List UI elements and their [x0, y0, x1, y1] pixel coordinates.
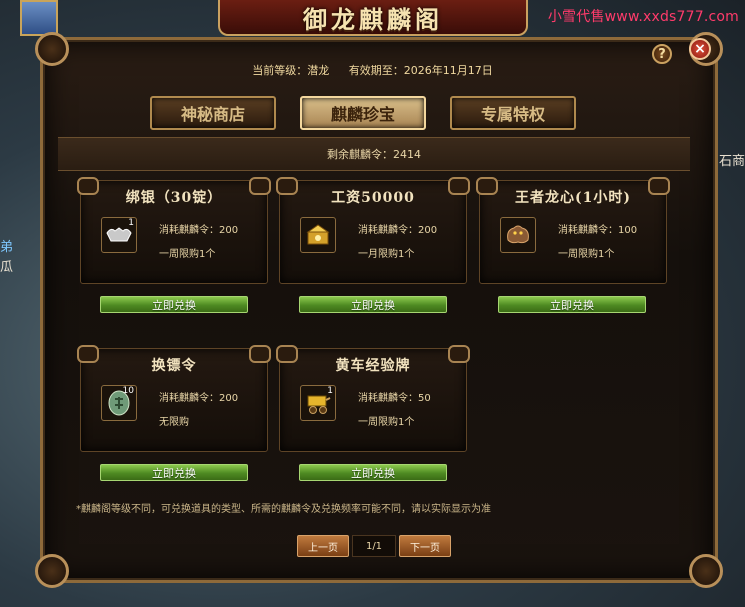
cost-value: 100: [618, 225, 638, 236]
window-title-plate: 御龙麒麟阁: [218, 0, 528, 36]
dragon-heart-icon[interactable]: [500, 217, 536, 253]
status-line: 当前等级：潜龙 有效期至：2026年11月17日: [0, 62, 745, 78]
item-name: 黄车经验牌: [335, 358, 411, 374]
corner-ornament: [689, 554, 723, 588]
background-text: 弟: [0, 240, 14, 255]
item-cost: 消耗麒麟令：200: [358, 221, 437, 236]
background-banner: [20, 0, 58, 36]
tab-qilin-treasure[interactable]: 麒麟珍宝: [300, 96, 426, 130]
cost-value: 200: [418, 225, 438, 236]
item-name: 工资50000: [331, 190, 415, 206]
wage-chest-icon[interactable]: [300, 217, 336, 253]
item-quantity: 1: [327, 386, 333, 396]
exchange-button[interactable]: 立即兑换: [100, 296, 248, 313]
cost-label: 消耗麒麟令：: [159, 393, 219, 404]
cost-label: 消耗麒麟令：: [558, 225, 618, 236]
escort-token-icon[interactable]: 10: [101, 385, 137, 421]
corner-ornament: [35, 554, 69, 588]
item-name: 绑银（30锭）: [125, 190, 223, 206]
item-limit: 一月限购1个: [358, 249, 415, 260]
exchange-button[interactable]: 立即兑换: [498, 296, 646, 313]
expiry-label: 有效期至：2026年11月17日: [348, 64, 493, 77]
exchange-button[interactable]: 立即兑换: [299, 464, 447, 481]
item-card: 绑银（30锭） 1 消耗麒麟令：200 一周限购1个: [77, 177, 271, 284]
tab-bar: 神秘商店 麒麟珍宝 专属特权: [150, 96, 576, 130]
item-limit: 一周限购1个: [558, 249, 615, 260]
item-card: 王者龙心(1小时) 消耗麒麟令：100 一周限购1个: [476, 177, 670, 284]
yellow-cart-icon[interactable]: 1: [300, 385, 336, 421]
item-limit: 一周限购1个: [358, 417, 415, 428]
cost-label: 消耗麒麟令：: [358, 393, 418, 404]
cost-value: 50: [418, 393, 431, 404]
remaining-tokens: 剩余麒麟令：2414: [58, 137, 690, 171]
tab-exclusive-privilege[interactable]: 专属特权: [450, 96, 576, 130]
cost-value: 200: [219, 225, 239, 236]
item-card: 换镖令 10 消耗麒麟令：200 无限购: [77, 345, 271, 452]
item-cost: 消耗麒麟令：200: [159, 221, 238, 236]
background-text: 石商: [718, 154, 745, 169]
watermark: 小雪代售www.xxds777.com: [547, 9, 739, 25]
item-limit: 一周限购1个: [159, 249, 216, 260]
exchange-button[interactable]: 立即兑换: [100, 464, 248, 481]
prev-page-button[interactable]: 上一页: [297, 535, 349, 557]
exchange-button[interactable]: 立即兑换: [299, 296, 447, 313]
item-limit: 无限购: [159, 417, 189, 428]
level-label: 当前等级：潜龙: [252, 64, 330, 77]
cost-value: 200: [219, 393, 239, 404]
item-cost: 消耗麒麟令：200: [159, 389, 238, 404]
background-text: 瓜: [0, 260, 14, 275]
item-cost: 消耗麒麟令：100: [558, 221, 637, 236]
item-card: 工资50000 消耗麒麟令：200 一月限购1个: [276, 177, 470, 284]
cost-label: 消耗麒麟令：: [358, 225, 418, 236]
item-card: 黄车经验牌 1 消耗麒麟令：50 一周限购1个: [276, 345, 470, 452]
corner-ornament: [35, 32, 69, 66]
item-name: 王者龙心(1小时): [515, 190, 631, 206]
next-page-button[interactable]: 下一页: [399, 535, 451, 557]
tab-mystery-shop[interactable]: 神秘商店: [150, 96, 276, 130]
item-quantity: 1: [128, 218, 134, 228]
help-button[interactable]: ?: [652, 44, 672, 64]
silver-ingot-icon[interactable]: 1: [101, 217, 137, 253]
window-title: 御龙麒麟阁: [303, 4, 443, 34]
item-cost: 消耗麒麟令：50: [358, 389, 431, 404]
footnote: *麒麟阁等级不同，可兑换道具的类型、所需的麒麟令及兑换频率可能不同，请以实际显示…: [76, 504, 491, 515]
close-button[interactable]: ×: [689, 38, 711, 60]
item-quantity: 10: [122, 386, 134, 396]
page-indicator: 1/1: [352, 535, 396, 557]
item-name: 换镖令: [151, 358, 197, 374]
cost-label: 消耗麒麟令：: [159, 225, 219, 236]
